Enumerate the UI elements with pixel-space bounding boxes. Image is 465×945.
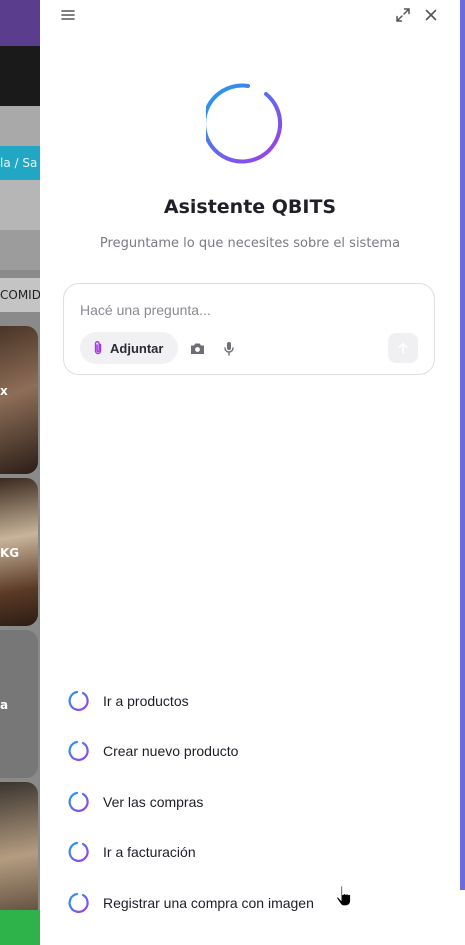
product-card: KG (0, 478, 38, 626)
app-header-bar (0, 0, 40, 46)
spinner-icon (68, 791, 89, 812)
arrow-up-icon (398, 342, 408, 354)
app-green-button (0, 910, 40, 945)
product-card-label: KG (0, 546, 20, 560)
suggestion-label: Registrar una compra con imagen (103, 895, 314, 911)
suggestion-label: Crear nuevo producto (103, 743, 239, 759)
product-card-label: a (0, 698, 9, 712)
suggestion-item[interactable]: Ir a productos (64, 685, 444, 717)
app-toolbar (0, 46, 40, 106)
menu-icon[interactable] (57, 4, 79, 26)
product-card: a (0, 630, 38, 778)
suggestion-label: Ir a facturación (103, 844, 196, 860)
attach-label: Adjuntar (110, 340, 164, 356)
background-app: la / Sa COMID x KG a (0, 0, 40, 945)
spinner-icon (68, 892, 89, 913)
scrollbar[interactable] (460, 0, 465, 890)
spinner-icon (68, 740, 89, 761)
spinner-icon (68, 690, 89, 711)
send-button[interactable] (388, 333, 418, 363)
suggestion-item[interactable]: Registrar una compra con imagen (64, 887, 444, 919)
category-fragment: COMID (0, 278, 40, 312)
app-band (0, 180, 40, 230)
assistant-title: Asistente QBITS (163, 196, 337, 218)
suggestion-label: Ir a productos (103, 693, 189, 709)
close-icon[interactable] (420, 4, 442, 26)
suggestion-item[interactable]: Ir a facturación (64, 836, 444, 868)
microphone-icon[interactable] (218, 337, 240, 359)
question-input[interactable] (80, 298, 410, 322)
app-band (0, 230, 40, 270)
assistant-panel: Asistente QBITS Preguntame lo que necesi… (40, 0, 460, 945)
suggestion-item[interactable]: Ver las compras (64, 786, 444, 818)
product-card (0, 782, 38, 930)
attach-button[interactable]: Adjuntar (80, 332, 178, 364)
paperclip-icon (94, 341, 102, 355)
assistant-subtitle: Preguntame lo que necesites sobre el sis… (99, 236, 401, 251)
suggestion-item[interactable]: Crear nuevo producto (64, 735, 444, 767)
spinner-icon (68, 841, 89, 862)
camera-icon[interactable] (186, 337, 208, 359)
assistant-logo-spinner-icon (202, 82, 290, 166)
mouse-pointer-icon (335, 884, 353, 908)
suggestion-label: Ver las compras (103, 794, 204, 810)
product-card-label: x (0, 384, 8, 398)
expand-icon[interactable] (392, 4, 414, 26)
app-band (0, 106, 40, 146)
chat-composer: Adjuntar (63, 283, 435, 375)
breadcrumb-fragment: la / Sa (0, 146, 40, 180)
product-card: x (0, 326, 38, 474)
